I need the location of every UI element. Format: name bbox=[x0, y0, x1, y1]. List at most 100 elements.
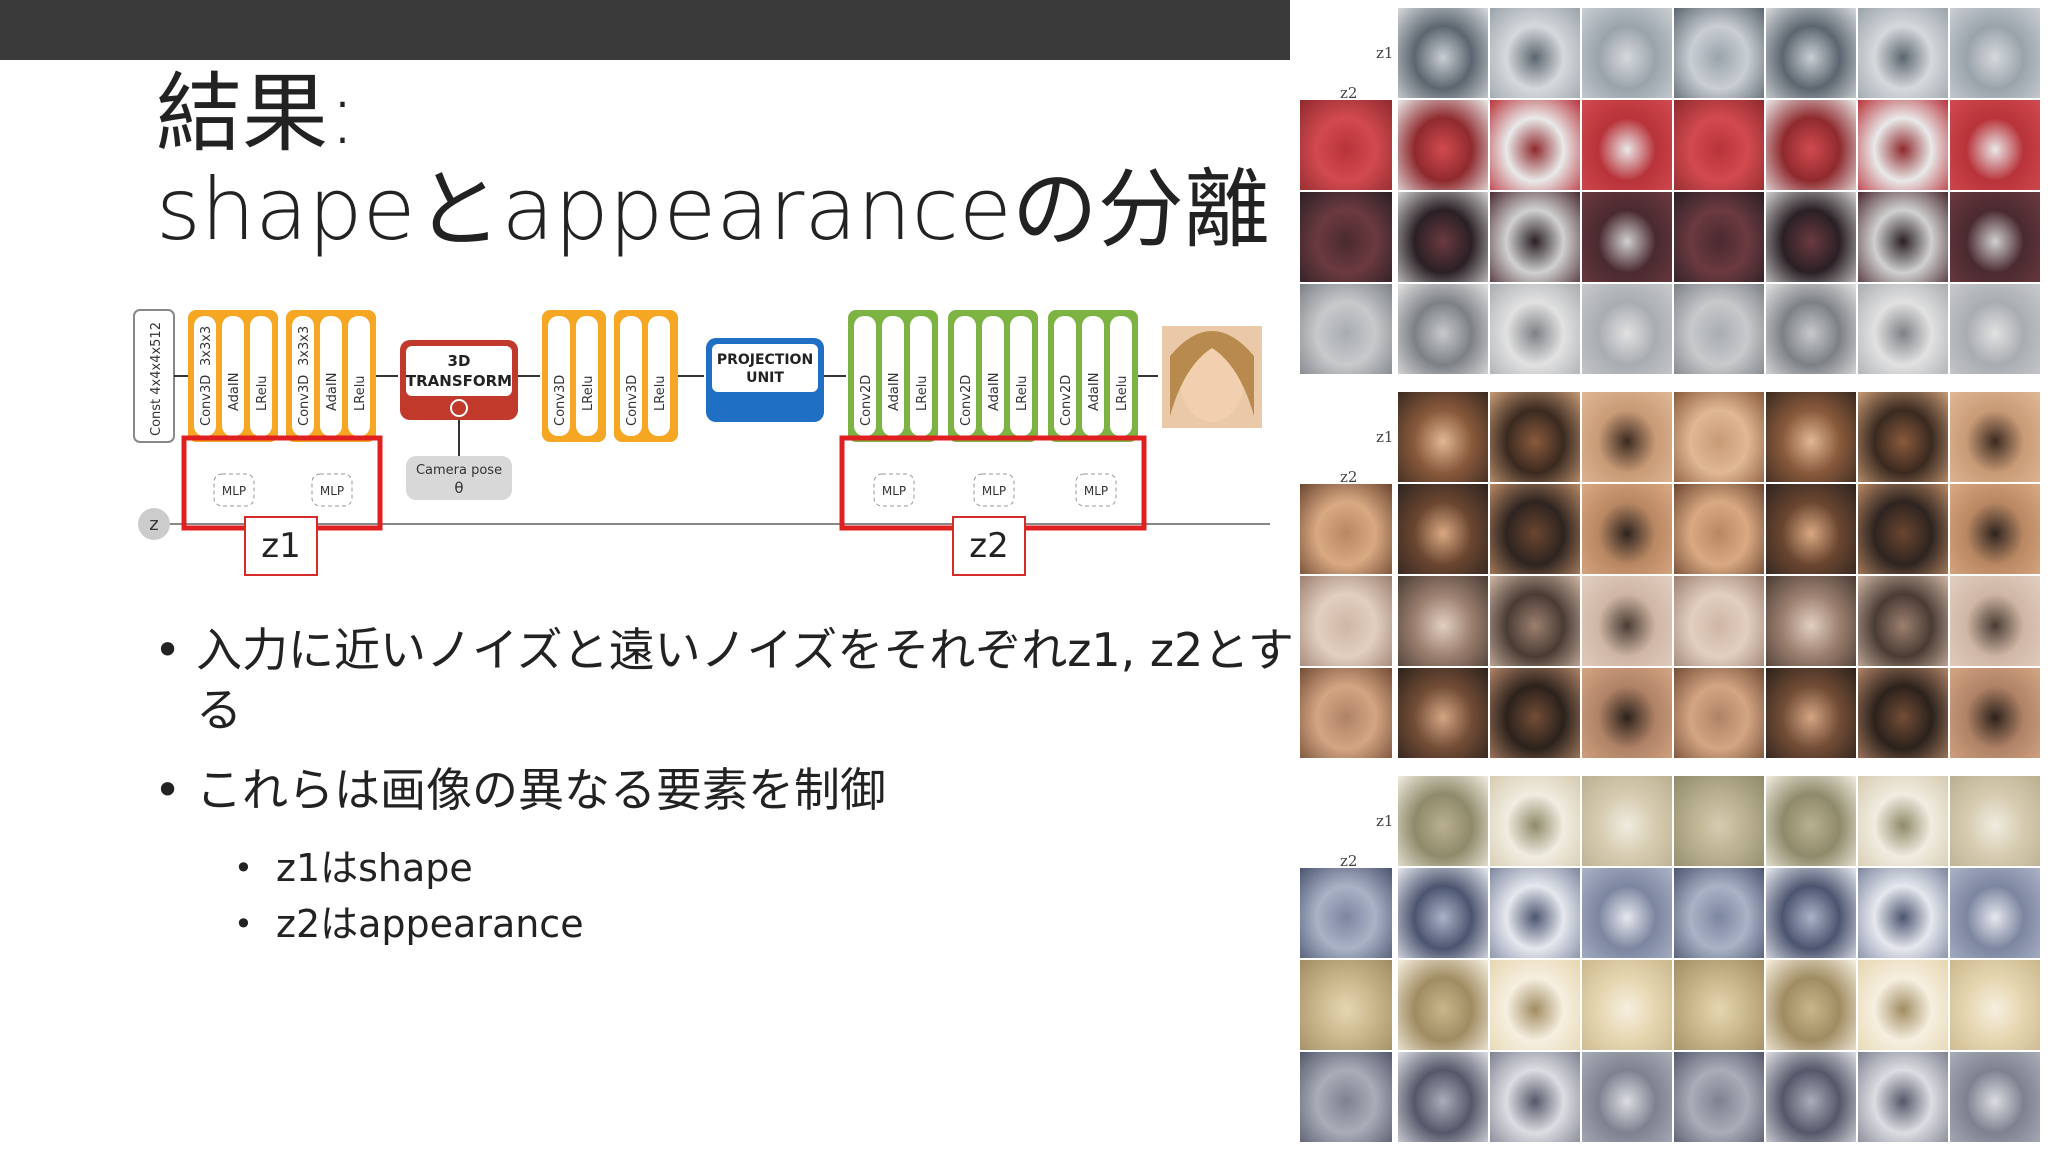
projection-block: PROJECTION UNIT bbox=[706, 338, 824, 422]
result-thumbnail bbox=[1858, 192, 1948, 282]
result-thumbnail bbox=[1674, 576, 1764, 666]
result-thumbnail bbox=[1490, 100, 1580, 190]
result-thumbnail bbox=[1398, 8, 1488, 98]
result-thumbnail bbox=[1858, 960, 1948, 1050]
result-thumbnail bbox=[1950, 960, 2040, 1050]
result-thumbnail bbox=[1950, 868, 2040, 958]
result-thumbnail bbox=[1674, 776, 1764, 866]
title-line-1: 結果: bbox=[156, 64, 357, 164]
result-thumbnail bbox=[1490, 576, 1580, 666]
lrelu-label: LRelu bbox=[353, 375, 368, 411]
result-thumbnail bbox=[1858, 776, 1948, 866]
adain-label: AdaIN bbox=[325, 373, 340, 411]
result-thumbnail bbox=[1766, 868, 1856, 958]
conv3d-label: Conv3D bbox=[553, 375, 568, 426]
car-grid: z1 z2 bbox=[1300, 8, 2048, 380]
result-thumbnail bbox=[1674, 868, 1764, 958]
camera-label-2: θ bbox=[454, 479, 463, 497]
result-thumbnail bbox=[1858, 576, 1948, 666]
result-thumbnail bbox=[1398, 192, 1488, 282]
result-thumbnail bbox=[1398, 1052, 1488, 1142]
result-thumbnail bbox=[1766, 8, 1856, 98]
result-thumbnail bbox=[1766, 576, 1856, 666]
conv3d-block-1: Conv3D 3x3x3 AdaIN LRelu bbox=[188, 310, 278, 442]
result-thumbnail bbox=[1300, 192, 1392, 282]
camera-label-1: Camera pose bbox=[416, 463, 502, 478]
z-label: z bbox=[149, 514, 158, 535]
result-thumbnail bbox=[1674, 100, 1764, 190]
result-thumbnail bbox=[1582, 100, 1672, 190]
conv3d-label: Conv3D bbox=[199, 375, 214, 426]
kernel-label: 3x3x3 bbox=[199, 326, 214, 366]
result-thumbnail bbox=[1398, 100, 1488, 190]
result-thumbnail bbox=[1582, 484, 1672, 574]
result-thumbnail bbox=[1300, 1052, 1392, 1142]
bullet-item-2: これらは画像の異なる要素を制御 bbox=[150, 760, 1306, 820]
conv3d-label: Conv3D bbox=[625, 375, 640, 426]
result-thumbnail bbox=[1858, 668, 1948, 758]
result-thumbnail bbox=[1858, 8, 1948, 98]
result-thumbnail bbox=[1858, 284, 1948, 374]
sub-bullet-2: z2はappearance bbox=[230, 896, 1306, 952]
result-thumbnail bbox=[1300, 668, 1392, 758]
result-thumbnail bbox=[1950, 1052, 2040, 1142]
result-thumbnail bbox=[1490, 960, 1580, 1050]
adain-label: AdaIN bbox=[227, 373, 242, 411]
result-thumbnail bbox=[1674, 668, 1764, 758]
result-thumbnail bbox=[1950, 776, 2040, 866]
result-thumbnail bbox=[1950, 100, 2040, 190]
result-thumbnail bbox=[1582, 1052, 1672, 1142]
result-thumbnail bbox=[1398, 668, 1488, 758]
lrelu-label: LRelu bbox=[1115, 375, 1130, 411]
result-thumbnail bbox=[1490, 392, 1580, 482]
result-thumbnail bbox=[1398, 868, 1488, 958]
mlp-label: MLP bbox=[222, 484, 246, 498]
conv3d-block-4: Conv3D LRelu bbox=[614, 310, 678, 442]
top-bar bbox=[0, 0, 1290, 60]
result-thumbnail bbox=[1950, 392, 2040, 482]
result-thumbnail bbox=[1674, 484, 1764, 574]
title-line-2: shapeとappearanceの分離 bbox=[156, 160, 1270, 260]
adain-label: AdaIN bbox=[987, 373, 1002, 411]
transform-label-1: 3D bbox=[448, 352, 471, 370]
result-thumbnail bbox=[1582, 576, 1672, 666]
conv3d-block-2: Conv3D 3x3x3 AdaIN LRelu bbox=[286, 310, 376, 442]
result-thumbnail bbox=[1490, 1052, 1580, 1142]
conv2d-label: Conv2D bbox=[959, 375, 974, 426]
result-thumbnail bbox=[1490, 776, 1580, 866]
result-thumbnail bbox=[1300, 868, 1392, 958]
face-grid: z1 z2 bbox=[1300, 392, 2048, 764]
const-label: Const 4x4x4x512 bbox=[149, 322, 164, 436]
result-thumbnail bbox=[1582, 776, 1672, 866]
result-thumbnail bbox=[1766, 192, 1856, 282]
conv2d-label: Conv2D bbox=[859, 375, 874, 426]
result-thumbnail bbox=[1398, 484, 1488, 574]
result-thumbnail bbox=[1582, 284, 1672, 374]
result-thumbnail bbox=[1858, 484, 1948, 574]
lrelu-label: LRelu bbox=[581, 375, 596, 411]
result-thumbnail bbox=[1674, 8, 1764, 98]
result-thumbnail bbox=[1582, 8, 1672, 98]
result-thumbnail bbox=[1950, 192, 2040, 282]
result-thumbnail bbox=[1582, 868, 1672, 958]
result-thumbnail bbox=[1858, 868, 1948, 958]
result-thumbnail bbox=[1300, 960, 1392, 1050]
bedroom-grid: z1 z2 bbox=[1300, 776, 2048, 1148]
z1-label: z1 bbox=[1376, 44, 1394, 62]
result-thumbnail bbox=[1398, 576, 1488, 666]
conv2d-block-1: Conv2D AdaIN LRelu bbox=[848, 310, 938, 442]
result-thumbnail bbox=[1398, 284, 1488, 374]
result-thumbnail bbox=[1858, 1052, 1948, 1142]
result-thumbnail bbox=[1766, 776, 1856, 866]
mlp-label: MLP bbox=[1084, 484, 1108, 498]
lrelu-label: LRelu bbox=[255, 375, 270, 411]
result-thumbnail bbox=[1490, 868, 1580, 958]
result-thumbnail bbox=[1950, 668, 2040, 758]
camera-pose-box: Camera pose θ bbox=[406, 456, 512, 500]
conv3d-block-3: Conv3D LRelu bbox=[542, 310, 606, 442]
kernel-label: 3x3x3 bbox=[297, 326, 312, 366]
bullet-item-1: 入力に近いノイズと遠いノイズをそれぞれz1, z2とする bbox=[150, 620, 1306, 740]
result-thumbnail bbox=[1674, 192, 1764, 282]
result-thumbnail bbox=[1300, 100, 1392, 190]
bullet-list: 入力に近いノイズと遠いノイズをそれぞれz1, z2とする これらは画像の異なる要… bbox=[150, 620, 1306, 952]
